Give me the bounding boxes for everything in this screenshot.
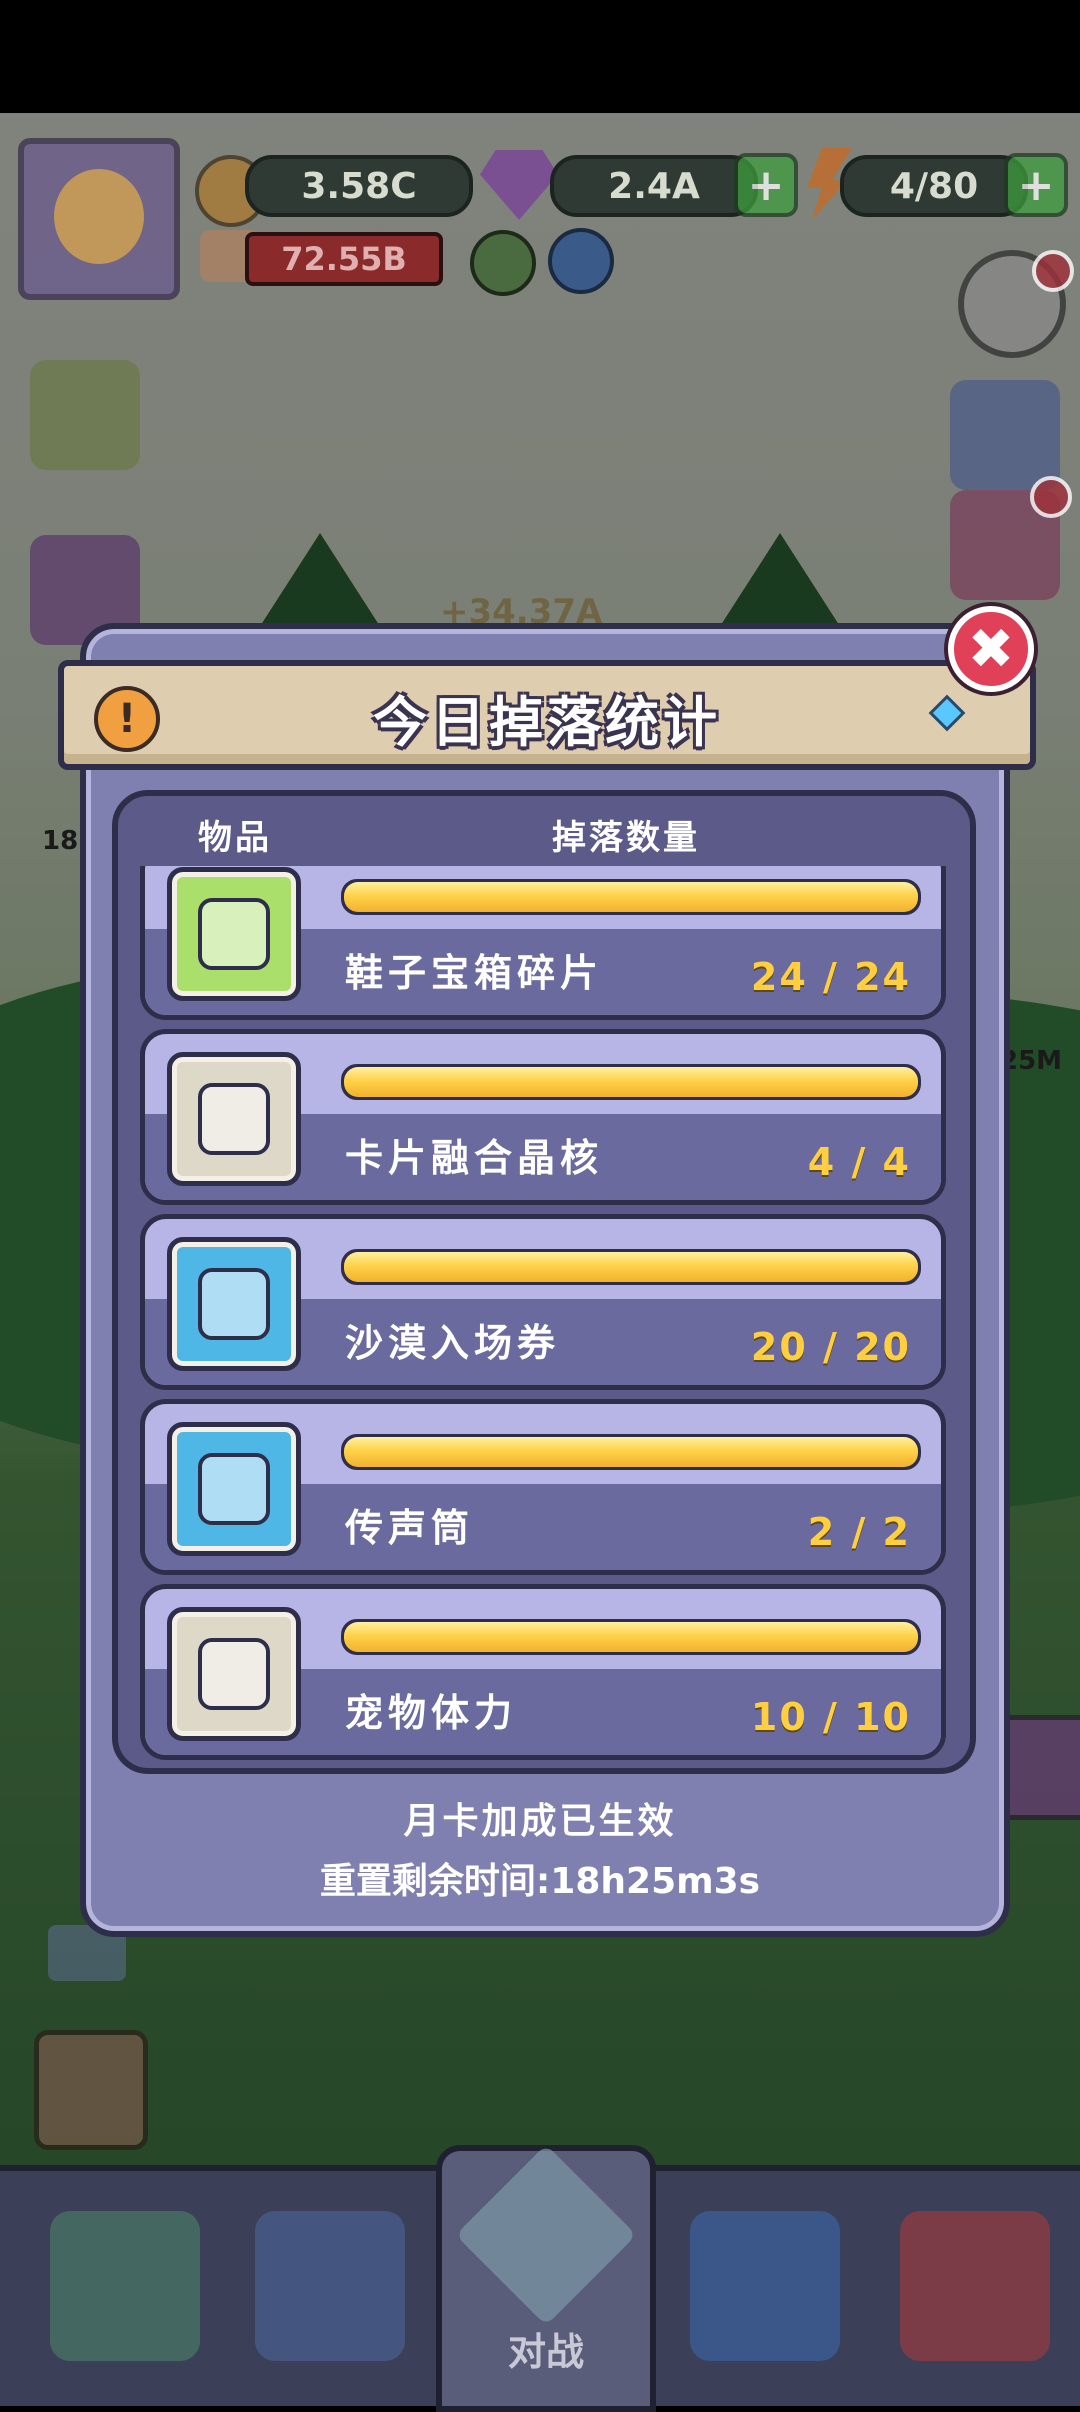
item-count: 24 / 24 — [750, 955, 911, 999]
header-count: 掉落数量 — [552, 818, 700, 858]
nav-shop-icon[interactable] — [900, 2211, 1050, 2361]
drop-row: 沙漠入场券 20 / 20 — [140, 1214, 946, 1390]
dialog-title-bar: ! 今日掉落统计 — [58, 660, 1036, 770]
fusion-crystal-icon — [167, 1052, 301, 1186]
music-icon[interactable] — [950, 380, 1060, 490]
buff-icon-1[interactable] — [470, 230, 536, 296]
energy-amount: 4/80 — [840, 155, 1028, 217]
side-value-left-text: 18 — [42, 826, 79, 856]
gold-amount-text: 3.58C — [301, 165, 417, 207]
nav-guild-icon[interactable] — [255, 2211, 405, 2361]
nav-lab-icon[interactable] — [50, 2211, 200, 2361]
progress-bar — [341, 1064, 921, 1100]
side-value-left: 18 — [8, 826, 78, 856]
nav-heroes-icon[interactable] — [690, 2211, 840, 2361]
progress-fill — [344, 1622, 918, 1652]
drop-row: 宠物体力 10 / 10 — [140, 1584, 946, 1760]
gold-amount: 3.58C — [245, 155, 473, 217]
desert-ticket-icon — [167, 1237, 301, 1371]
megaphone-icon — [167, 1422, 301, 1556]
plus-glyph: + — [1017, 159, 1055, 211]
header-item: 物品 — [198, 818, 272, 858]
nav-battle-label: 对战 — [507, 2329, 584, 2374]
progress-bar — [341, 1249, 921, 1285]
item-count: 4 / 4 — [807, 1140, 911, 1184]
drop-row: 卡片融合晶核 4 / 4 — [140, 1029, 946, 1205]
power-amount-text: 72.55B — [281, 240, 407, 278]
progress-fill — [344, 1067, 918, 1097]
drop-stats-table: 物品 掉落数量 鞋子宝箱碎片 24 / 24 卡片融合晶核 4 / 4 沙漠入场券 20 … — [112, 790, 976, 1774]
buff-icon-2[interactable] — [548, 228, 614, 294]
item-glyph — [198, 1453, 270, 1525]
progress-fill — [344, 882, 918, 912]
progress-fill — [344, 1437, 918, 1467]
progress-bar — [341, 879, 921, 915]
item-name: 宠物体力 — [345, 1690, 518, 1735]
player-avatar[interactable] — [18, 138, 180, 300]
item-name: 卡片融合晶核 — [345, 1135, 604, 1180]
plus-glyph: + — [747, 159, 785, 211]
progress-bar — [341, 1434, 921, 1470]
drop-row: 传声筒 2 / 2 — [140, 1399, 946, 1575]
settings-notification-dot — [1032, 250, 1074, 292]
reward-chest-icon-1[interactable] — [30, 360, 140, 470]
item-glyph — [198, 1638, 270, 1710]
table-header: 物品 掉落数量 — [118, 796, 970, 866]
monthly-card-status: 月卡加成已生效 — [403, 1800, 677, 1842]
add-gems-button[interactable]: + — [734, 153, 798, 217]
add-energy-button[interactable]: + — [1004, 153, 1068, 217]
item-count: 10 / 10 — [750, 1695, 911, 1739]
power-amount: 72.55B — [245, 232, 443, 286]
item-glyph — [198, 1268, 270, 1340]
item-name: 鞋子宝箱碎片 — [345, 950, 604, 995]
progress-bar — [341, 1619, 921, 1655]
close-icon: ✖ — [967, 616, 1015, 682]
dialog-title: 今日掉落统计 — [373, 690, 721, 754]
close-button[interactable]: ✖ — [948, 606, 1034, 692]
item-glyph — [198, 898, 270, 970]
pet-stamina-potion-icon — [167, 1607, 301, 1741]
shoe-chest-fragment-icon — [167, 867, 301, 1001]
drop-list[interactable]: 鞋子宝箱碎片 24 / 24 卡片融合晶核 4 / 4 沙漠入场券 20 / 20 传声筒 2… — [118, 866, 970, 1762]
item-count: 20 / 20 — [750, 1325, 911, 1369]
crossed-swords-icon — [455, 2144, 637, 2326]
quest-clipboard-icon[interactable] — [34, 2030, 148, 2150]
energy-amount-text: 4/80 — [889, 165, 979, 207]
gem-amount: 2.4A — [550, 155, 758, 217]
ranking-notification-dot — [1030, 476, 1072, 518]
gem-amount-text: 2.4A — [608, 165, 700, 207]
nav-battle-tab[interactable]: 对战 — [436, 2144, 656, 2412]
reset-timer: 重置剩余时间:18h25m3s — [319, 1861, 761, 1902]
progress-fill — [344, 1252, 918, 1282]
drop-row: 鞋子宝箱碎片 24 / 24 — [140, 866, 946, 1020]
item-count: 2 / 2 — [807, 1510, 911, 1554]
item-glyph — [198, 1083, 270, 1155]
item-name: 传声筒 — [345, 1505, 475, 1550]
avatar-face — [54, 169, 144, 264]
item-name: 沙漠入场券 — [345, 1320, 561, 1365]
